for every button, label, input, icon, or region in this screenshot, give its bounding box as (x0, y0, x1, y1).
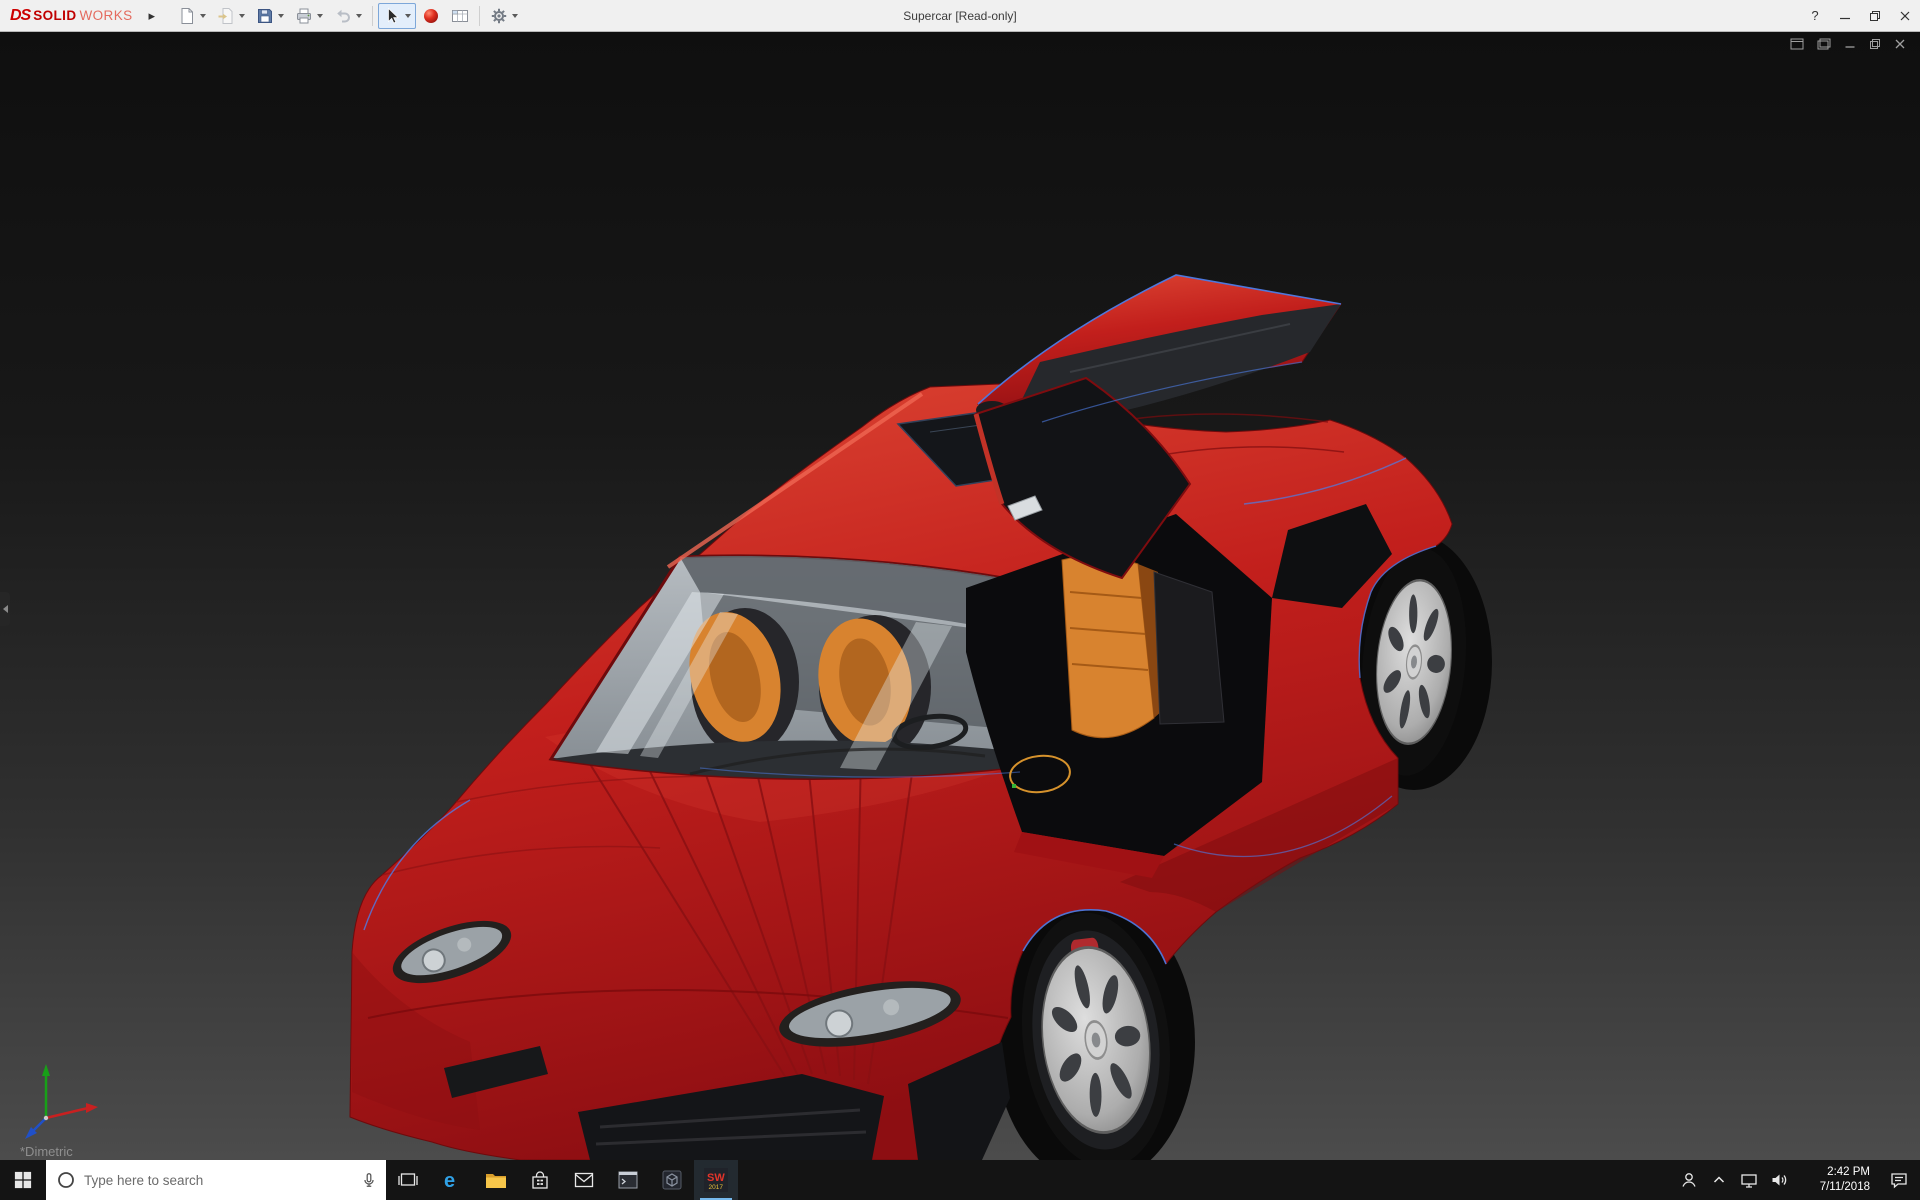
solidworks-logo: DS SOLID WORKS (10, 7, 133, 25)
mail-button[interactable] (562, 1160, 606, 1200)
file-explorer-icon (484, 1168, 508, 1192)
options-button[interactable] (485, 3, 523, 29)
panel-flyout-tab[interactable] (0, 592, 10, 626)
minimize-icon (1839, 10, 1851, 22)
people-icon (1679, 1170, 1699, 1190)
select-cursor-icon (383, 7, 401, 25)
cube-app-icon (660, 1168, 684, 1192)
dropdown-caret-icon[interactable] (317, 14, 323, 18)
restore-icon (1869, 10, 1881, 22)
cortana-icon (56, 1170, 76, 1190)
taskbar-search[interactable] (46, 1160, 386, 1200)
mail-icon (572, 1168, 596, 1192)
print-icon (295, 7, 313, 25)
new-document-icon (178, 7, 196, 25)
close-icon[interactable] (1894, 38, 1906, 50)
start-icon (14, 1171, 32, 1189)
save-button[interactable] (251, 3, 289, 29)
minimize-icon[interactable] (1844, 38, 1856, 50)
help-button[interactable]: ? (1800, 0, 1830, 31)
hidden-icons-button[interactable] (1704, 1160, 1734, 1200)
new-document-button[interactable] (173, 3, 211, 29)
undo-icon (334, 7, 352, 25)
volume-button[interactable] (1764, 1160, 1794, 1200)
logo-solid-text: SOLID (33, 8, 76, 23)
document-window-controls (1790, 38, 1906, 50)
undo-button[interactable] (329, 3, 367, 29)
viewport[interactable]: *Dimetric (0, 32, 1920, 1160)
dropdown-caret-icon[interactable] (239, 14, 245, 18)
task-view-button[interactable] (386, 1160, 430, 1200)
network-button[interactable] (1734, 1160, 1764, 1200)
menu-expander-icon[interactable]: ▸ (143, 6, 162, 26)
dropdown-caret-icon[interactable] (405, 14, 411, 18)
titlebar: DS SOLID WORKS ▸ (0, 0, 1920, 32)
dropdown-caret-icon[interactable] (278, 14, 284, 18)
task-view-icon (397, 1169, 419, 1191)
appearance-sphere-icon (422, 7, 440, 25)
store-icon (528, 1168, 552, 1192)
action-center-icon (1889, 1170, 1909, 1190)
save-icon (256, 7, 274, 25)
toolbar-separator (372, 6, 373, 26)
taskbar-clock[interactable]: 2:42 PM 7/11/2018 (1794, 1160, 1878, 1200)
print-button[interactable] (290, 3, 328, 29)
sheet-format-button[interactable] (446, 3, 474, 29)
svg-text:SW: SW (707, 1172, 725, 1184)
open-button[interactable] (212, 3, 250, 29)
toolbar-separator (479, 6, 480, 26)
window-icon[interactable] (1817, 38, 1831, 50)
search-input[interactable] (84, 1173, 352, 1188)
sheet-format-icon (451, 7, 469, 25)
system-tray: 2:42 PM 7/11/2018 (1674, 1160, 1920, 1200)
svg-text:2017: 2017 (709, 1184, 724, 1191)
close-button[interactable] (1890, 0, 1920, 31)
dropdown-caret-icon[interactable] (356, 14, 362, 18)
restore-button[interactable] (1860, 0, 1890, 31)
file-explorer-button[interactable] (474, 1160, 518, 1200)
restore-icon[interactable] (1869, 38, 1881, 50)
logo-works-text: WORKS (80, 8, 133, 23)
console-app-icon (616, 1168, 640, 1192)
start-button[interactable] (0, 1160, 46, 1200)
window-icon[interactable] (1790, 38, 1804, 50)
cube-app-button[interactable] (650, 1160, 694, 1200)
volume-icon (1769, 1170, 1789, 1190)
svg-text:e: e (444, 1170, 455, 1192)
store-button[interactable] (518, 1160, 562, 1200)
clock-date: 7/11/2018 (1820, 1180, 1870, 1195)
orientation-label: *Dimetric (20, 1144, 73, 1159)
appearance-button[interactable] (417, 3, 445, 29)
console-app-button[interactable] (606, 1160, 650, 1200)
edge-button[interactable]: e (430, 1160, 474, 1200)
sketch-point[interactable] (1012, 784, 1016, 788)
open-icon (217, 7, 235, 25)
close-icon (1899, 10, 1911, 22)
action-center-button[interactable] (1878, 1160, 1920, 1200)
people-button[interactable] (1674, 1160, 1704, 1200)
quick-access-toolbar (173, 0, 523, 31)
dropdown-caret-icon[interactable] (200, 14, 206, 18)
solidworks-app-icon: SW2017 (704, 1168, 728, 1192)
taskbar: e SW2017 (0, 1160, 1920, 1200)
network-icon (1739, 1170, 1759, 1190)
options-gear-icon (490, 7, 508, 25)
hidden-icons-chevron-icon (1709, 1170, 1729, 1190)
microphone-icon[interactable] (360, 1171, 378, 1189)
minimize-button[interactable] (1830, 0, 1860, 31)
ds-logo-mark: DS (10, 7, 30, 25)
edge-icon: e (440, 1168, 464, 1192)
select-tool-button[interactable] (378, 3, 416, 29)
chevron-left-icon (3, 605, 8, 613)
dropdown-caret-icon[interactable] (512, 14, 518, 18)
clock-time: 2:42 PM (1827, 1165, 1870, 1180)
solidworks-window: DS SOLID WORKS ▸ (0, 0, 1920, 1200)
viewport-canvas[interactable]: *Dimetric (0, 32, 1920, 1160)
solidworks-app-button[interactable]: SW2017 (694, 1160, 738, 1200)
